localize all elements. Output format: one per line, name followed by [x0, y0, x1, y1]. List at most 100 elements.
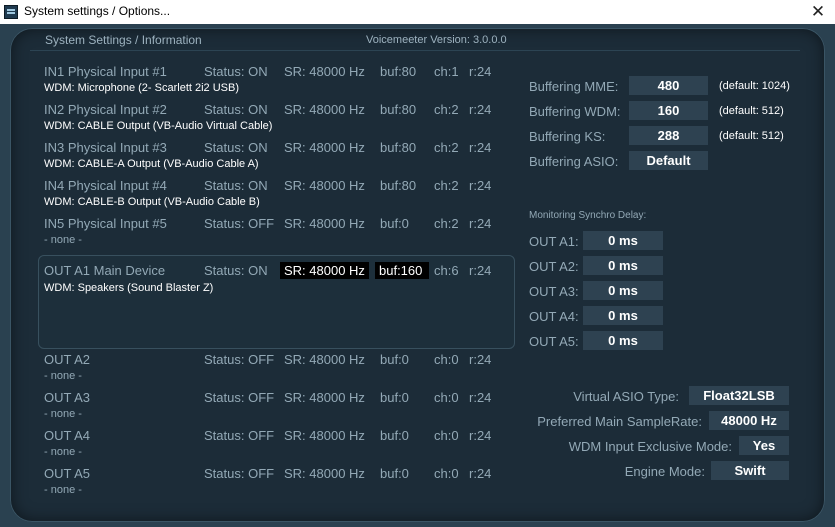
- monitor-a1-value[interactable]: 0 ms: [583, 231, 663, 250]
- output-row-a5[interactable]: OUT A5 Status: OFF SR: 48000 Hz buf:0 ch…: [44, 466, 514, 482]
- output-channels: ch:0: [434, 390, 459, 405]
- monitor-a2-label: OUT A2:: [529, 259, 579, 274]
- input-status: Status: ON: [204, 140, 268, 155]
- input-name: IN1 Physical Input #1: [44, 64, 167, 79]
- wdm-exclusive-value[interactable]: Yes: [739, 436, 789, 455]
- main-device-row[interactable]: OUT A1 Main Device Status: ON SR: 48000 …: [44, 262, 514, 279]
- input-samplerate: SR: 48000 Hz: [284, 216, 365, 231]
- output-name: OUT A2: [44, 352, 91, 367]
- monitor-a5-label: OUT A5:: [529, 334, 579, 349]
- version-label: Voicemeeter Version: 3.0.0.0: [366, 34, 507, 46]
- input-resolution: r:24: [469, 64, 492, 79]
- preferred-samplerate-label: Preferred Main SampleRate:: [537, 414, 702, 429]
- output-buffer: buf:0: [380, 390, 409, 405]
- engine-mode-label: Engine Mode:: [624, 464, 705, 479]
- buffering-ks-label: Buffering KS:: [529, 129, 606, 144]
- output-device-a3: - none -: [44, 408, 82, 420]
- output-status: Status: OFF: [204, 390, 275, 405]
- output-status: Status: OFF: [204, 352, 275, 367]
- buffering-mme-label: Buffering MME:: [529, 79, 619, 94]
- input-samplerate: SR: 48000 Hz: [284, 140, 365, 155]
- main-device-resolution: r:24: [469, 263, 492, 278]
- output-channels: ch:0: [434, 428, 459, 443]
- input-buffer: buf:80: [380, 64, 417, 79]
- output-status: Status: OFF: [204, 428, 275, 443]
- input-samplerate: SR: 48000 Hz: [284, 178, 365, 193]
- buffering-wdm-label: Buffering WDM:: [529, 104, 621, 119]
- output-samplerate: SR: 48000 Hz: [284, 390, 365, 405]
- output-buffer: buf:0: [380, 352, 409, 367]
- monitor-a4-value[interactable]: 0 ms: [583, 306, 663, 325]
- wdm-exclusive-label: WDM Input Exclusive Mode:: [568, 439, 732, 454]
- buffering-asio-label: Buffering ASIO:: [529, 154, 619, 169]
- input-resolution: r:24: [469, 178, 492, 193]
- input-resolution: r:24: [469, 216, 492, 231]
- output-channels: ch:0: [434, 352, 459, 367]
- buffering-wdm-value[interactable]: 160: [629, 101, 708, 120]
- buffering-wdm-default: (default: 512): [719, 105, 784, 117]
- output-resolution: r:24: [469, 466, 492, 481]
- output-name: OUT A3: [44, 390, 91, 405]
- title-bar: System settings / Options... ✕: [0, 0, 835, 24]
- preferred-samplerate-value[interactable]: 48000 Hz: [709, 411, 789, 430]
- input-status: Status: ON: [204, 178, 268, 193]
- monitoring-title: Monitoring Synchro Delay:: [529, 210, 647, 221]
- input-device-3: WDM: CABLE-A Output (VB-Audio Cable A): [44, 158, 259, 170]
- buffering-mme-value[interactable]: 480: [629, 76, 708, 95]
- input-channels: ch:2: [434, 102, 459, 117]
- output-row-a2[interactable]: OUT A2 Status: OFF SR: 48000 Hz buf:0 ch…: [44, 352, 514, 368]
- output-resolution: r:24: [469, 428, 492, 443]
- buffering-ks-value[interactable]: 288: [629, 126, 708, 145]
- input-row-5[interactable]: IN5 Physical Input #5 Status: OFF SR: 48…: [44, 216, 514, 232]
- main-device-buffer: buf:160: [375, 262, 430, 279]
- main-device-samplerate: SR: 48000 Hz: [280, 262, 369, 279]
- output-resolution: r:24: [469, 390, 492, 405]
- buffering-mme-default: (default: 1024): [719, 80, 790, 92]
- monitor-a1-label: OUT A1:: [529, 234, 579, 249]
- output-samplerate: SR: 48000 Hz: [284, 428, 365, 443]
- monitor-a3-label: OUT A3:: [529, 284, 579, 299]
- output-buffer: buf:0: [380, 428, 409, 443]
- output-channels: ch:0: [434, 466, 459, 481]
- input-device-2: WDM: CABLE Output (VB-Audio Virtual Cabl…: [44, 120, 273, 132]
- panel-title: System Settings / Information: [45, 33, 202, 47]
- window-title: System settings / Options...: [24, 4, 171, 18]
- input-row-3[interactable]: IN3 Physical Input #3 Status: ON SR: 480…: [44, 140, 514, 156]
- input-status: Status: ON: [204, 64, 268, 79]
- main-device-status: Status: ON: [204, 263, 268, 278]
- monitor-a5-value[interactable]: 0 ms: [583, 331, 663, 350]
- input-channels: ch:1: [434, 64, 459, 79]
- close-icon[interactable]: ✕: [801, 0, 835, 24]
- input-device-1: WDM: Microphone (2- Scarlett 2i2 USB): [44, 82, 239, 94]
- monitor-a2-value[interactable]: 0 ms: [583, 256, 663, 275]
- input-row-4[interactable]: IN4 Physical Input #4 Status: ON SR: 480…: [44, 178, 514, 194]
- output-row-a3[interactable]: OUT A3 Status: OFF SR: 48000 Hz buf:0 ch…: [44, 390, 514, 406]
- monitor-a4-label: OUT A4:: [529, 309, 579, 324]
- input-status: Status: ON: [204, 102, 268, 117]
- output-row-a4[interactable]: OUT A4 Status: OFF SR: 48000 Hz buf:0 ch…: [44, 428, 514, 444]
- input-samplerate: SR: 48000 Hz: [284, 64, 365, 79]
- input-name: IN2 Physical Input #2: [44, 102, 167, 117]
- main-device-name: OUT A1 Main Device: [44, 263, 166, 278]
- output-samplerate: SR: 48000 Hz: [284, 466, 365, 481]
- buffering-asio-value[interactable]: Default: [629, 151, 708, 170]
- input-row-2[interactable]: IN2 Physical Input #2 Status: ON SR: 480…: [44, 102, 514, 118]
- monitor-a3-value[interactable]: 0 ms: [583, 281, 663, 300]
- output-samplerate: SR: 48000 Hz: [284, 352, 365, 367]
- input-name: IN3 Physical Input #3: [44, 140, 167, 155]
- input-resolution: r:24: [469, 140, 492, 155]
- virtual-asio-type-label: Virtual ASIO Type:: [573, 389, 679, 404]
- input-channels: ch:2: [434, 216, 459, 231]
- input-channels: ch:2: [434, 140, 459, 155]
- input-buffer: buf:0: [380, 216, 409, 231]
- buffering-ks-default: (default: 512): [719, 130, 784, 142]
- main-device-name-detail: WDM: Speakers (Sound Blaster Z): [44, 282, 214, 294]
- engine-mode-value[interactable]: Swift: [711, 461, 789, 480]
- main-device-channels: ch:6: [434, 263, 459, 278]
- input-row-1[interactable]: IN1 Physical Input #1 Status: ON SR: 480…: [44, 64, 514, 80]
- app-icon: [4, 5, 18, 19]
- input-buffer: buf:80: [380, 178, 417, 193]
- header-divider: [30, 50, 800, 51]
- output-buffer: buf:0: [380, 466, 409, 481]
- virtual-asio-type-value[interactable]: Float32LSB: [689, 386, 789, 405]
